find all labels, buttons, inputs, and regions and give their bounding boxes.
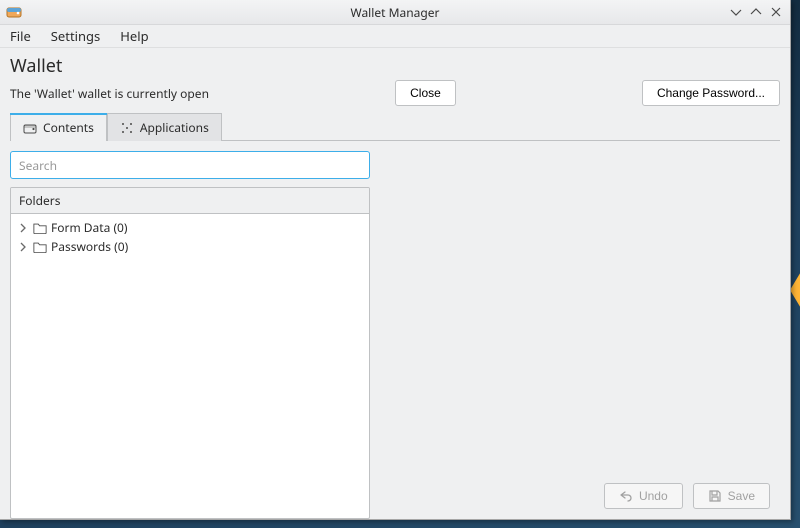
search-input[interactable]: Search [10, 151, 370, 179]
folder-row[interactable]: Passwords (0) [11, 237, 369, 256]
change-password-button[interactable]: Change Password... [642, 80, 780, 106]
left-panel: Search Folders Form Data (0) [10, 151, 370, 519]
tab-applications-label: Applications [140, 119, 209, 136]
menubar: File Settings Help [0, 25, 790, 48]
folders-panel: Folders Form Data (0) [10, 187, 370, 519]
menu-file[interactable]: File [0, 25, 41, 47]
undo-label: Undo [639, 489, 668, 503]
tab-contents[interactable]: Contents [10, 113, 107, 141]
tab-applications[interactable]: Applications [107, 113, 222, 141]
wallet-open-icon [23, 121, 37, 135]
folder-icon [33, 241, 47, 253]
wallet-status-text: The 'Wallet' wallet is currently open [10, 85, 209, 102]
chevron-right-icon[interactable] [17, 242, 29, 252]
window-title: Wallet Manager [0, 4, 790, 21]
wallet-header: Wallet The 'Wallet' wallet is currently … [0, 48, 790, 106]
save-label: Save [728, 489, 755, 503]
maximize-icon[interactable] [750, 6, 762, 18]
folder-row[interactable]: Form Data (0) [11, 218, 369, 237]
applications-icon [120, 121, 134, 135]
menu-settings[interactable]: Settings [41, 25, 110, 47]
wallet-name: Wallet [10, 54, 780, 78]
chevron-right-icon[interactable] [17, 223, 29, 233]
close-icon[interactable] [770, 6, 782, 18]
folder-icon [33, 222, 47, 234]
search-placeholder: Search [19, 157, 57, 174]
save-button: Save [693, 483, 770, 509]
wallet-app-icon [6, 4, 22, 20]
right-panel: Undo Save [376, 151, 780, 519]
undo-button: Undo [604, 483, 683, 509]
folders-list: Form Data (0) Passwords (0) [11, 214, 369, 518]
footer-buttons: Undo Save [376, 473, 780, 519]
undo-icon [619, 489, 633, 503]
titlebar[interactable]: Wallet Manager [0, 0, 790, 25]
close-wallet-button[interactable]: Close [395, 80, 456, 106]
tab-contents-label: Contents [43, 119, 94, 136]
wallet-manager-window: Wallet Manager File Settings Help Wallet… [0, 0, 791, 520]
folders-header: Folders [11, 188, 369, 214]
folder-label: Form Data (0) [51, 219, 128, 236]
content-area: Search Folders Form Data (0) [0, 141, 790, 519]
minimize-icon[interactable] [730, 6, 742, 18]
menu-help[interactable]: Help [110, 25, 158, 47]
tab-bar: Contents Applications [10, 112, 780, 140]
save-icon [708, 489, 722, 503]
folder-label: Passwords (0) [51, 238, 128, 255]
